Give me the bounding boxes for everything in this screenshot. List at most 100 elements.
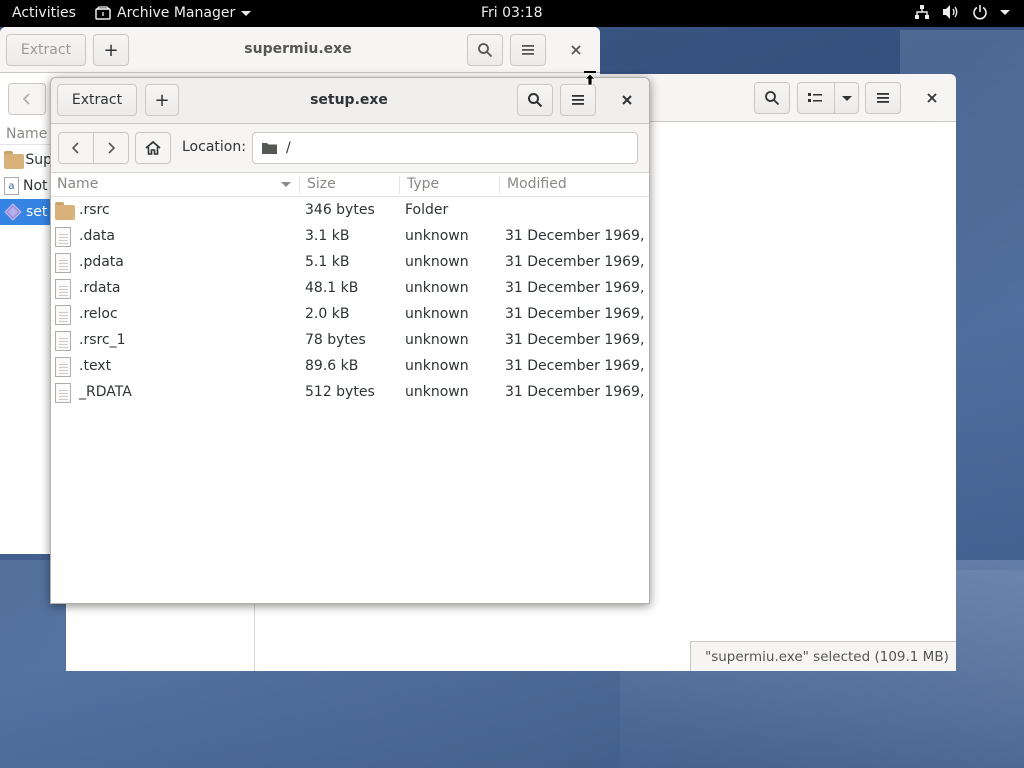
menu-button[interactable] <box>510 34 546 66</box>
file-icon <box>55 305 71 325</box>
column-header-modified[interactable]: Modified <box>507 176 567 192</box>
home-button[interactable] <box>135 132 171 164</box>
folder-icon <box>262 143 277 154</box>
column-header-type[interactable]: Type <box>407 176 439 192</box>
file-size: 3.1 kB <box>305 228 350 244</box>
close-button[interactable] <box>560 34 592 66</box>
file-icon <box>55 383 71 403</box>
system-tray[interactable] <box>914 4 1010 20</box>
add-files-button[interactable]: + <box>93 34 129 66</box>
menu-button[interactable] <box>865 82 901 114</box>
file-size: 78 bytes <box>305 332 366 348</box>
forward-button[interactable] <box>93 132 129 164</box>
hamburger-icon <box>877 93 889 103</box>
file-type: unknown <box>405 280 469 296</box>
table-row[interactable]: .reloc 2.0 kB unknown 31 December 1969, … <box>51 302 650 328</box>
power-icon <box>973 5 987 20</box>
file-name: .rsrc <box>79 202 110 218</box>
file-icon <box>55 331 71 351</box>
archive-window-setup: Extract + setup.exe Location: / Name Siz… <box>50 77 650 604</box>
file-type: unknown <box>405 358 469 374</box>
extract-button[interactable]: Extract <box>6 34 86 66</box>
file-size: 48.1 kB <box>305 280 359 296</box>
location-field[interactable]: / <box>252 132 638 164</box>
table-row[interactable]: .rsrc_1 78 bytes unknown 31 December 196… <box>51 328 650 354</box>
chevron-down-icon <box>842 96 852 101</box>
executable-icon <box>4 203 22 221</box>
add-files-button[interactable]: + <box>145 84 179 116</box>
sort-descending-icon <box>281 182 291 187</box>
clock[interactable]: Fri 03:18 <box>481 5 542 21</box>
column-divider <box>399 176 400 194</box>
file-modified: 31 December 1969, ... <box>505 280 650 296</box>
view-options-button[interactable] <box>797 82 859 114</box>
app-menu[interactable]: Archive Manager <box>95 5 252 21</box>
home-icon <box>145 141 161 155</box>
file-size: 346 bytes <box>305 202 375 218</box>
file-name: .reloc <box>79 306 118 322</box>
file-icon <box>55 227 71 247</box>
column-header-name[interactable]: Name <box>57 176 98 192</box>
list-item[interactable]: a Not <box>0 173 52 199</box>
table-row[interactable]: _RDATA 512 bytes unknown 31 December 196… <box>51 380 650 406</box>
file-icon <box>55 357 71 377</box>
search-button[interactable] <box>467 34 503 66</box>
location-bar: Location: / <box>51 124 649 173</box>
table-row[interactable]: .rsrc 346 bytes Folder <box>51 198 649 224</box>
chevron-down-icon <box>241 10 252 16</box>
window-title: setup.exe <box>310 92 388 108</box>
search-button[interactable] <box>754 82 790 114</box>
file-size: 512 bytes <box>305 384 375 400</box>
file-name: .rsrc_1 <box>79 332 126 348</box>
file-name: .pdata <box>79 254 124 270</box>
close-button[interactable] <box>611 84 643 116</box>
file-modified: 31 December 1969, ... <box>505 306 650 322</box>
table-row[interactable]: .text 89.6 kB unknown 31 December 1969, … <box>51 354 649 380</box>
file-size: 89.6 kB <box>305 358 359 374</box>
file-type: unknown <box>405 332 469 348</box>
search-icon <box>765 91 780 106</box>
mouse-cursor-icon <box>583 70 597 90</box>
back-button[interactable] <box>58 132 94 164</box>
back-button[interactable] <box>8 83 46 115</box>
folder-icon <box>55 202 75 220</box>
column-header-name[interactable]: Name <box>0 123 52 145</box>
top-bar: Activities Archive Manager Fri 03:18 <box>0 0 1024 27</box>
search-button[interactable] <box>517 84 553 116</box>
app-name: Archive Manager <box>117 5 236 21</box>
file-modified: 31 December 1969, ... <box>505 332 650 348</box>
column-header-size[interactable]: Size <box>307 176 336 192</box>
close-button[interactable] <box>916 82 948 114</box>
close-icon <box>622 95 632 105</box>
table-row[interactable]: .data 3.1 kB unknown 31 December 1969, .… <box>51 224 649 250</box>
file-name: _RDATA <box>79 384 132 400</box>
location-value: / <box>286 140 291 156</box>
hamburger-icon <box>522 45 534 55</box>
search-icon <box>528 93 543 108</box>
file-modified: 31 December 1969, ... <box>505 384 650 400</box>
close-icon <box>927 93 937 103</box>
list-item[interactable]: set <box>0 199 52 225</box>
file-size: 5.1 kB <box>305 254 350 270</box>
window-title: supermiu.exe <box>244 41 352 57</box>
file-type: Folder <box>405 202 449 218</box>
item-name: Sup <box>25 152 52 168</box>
network-icon <box>915 5 929 19</box>
list-item[interactable]: Sup <box>0 147 52 173</box>
column-divider <box>499 176 500 194</box>
text-file-icon: a <box>4 177 19 195</box>
folder-icon <box>4 151 25 169</box>
table-row[interactable]: .pdata 5.1 kB unknown 31 December 1969, … <box>51 250 649 276</box>
status-bar: "supermiu.exe" selected (109.1 MB) <box>690 641 956 671</box>
file-type: unknown <box>405 254 469 270</box>
volume-icon <box>943 5 958 19</box>
chevron-left-icon <box>23 93 30 105</box>
hamburger-icon <box>572 95 584 105</box>
activities-button[interactable]: Activities <box>12 5 76 21</box>
table-row[interactable]: .rdata 48.1 kB unknown 31 December 1969,… <box>51 276 650 302</box>
file-icon <box>55 279 71 299</box>
chevron-down-icon <box>1000 9 1010 15</box>
extract-button[interactable]: Extract <box>57 84 137 116</box>
archive-manager-icon <box>95 6 111 20</box>
chevron-left-icon <box>72 142 79 154</box>
